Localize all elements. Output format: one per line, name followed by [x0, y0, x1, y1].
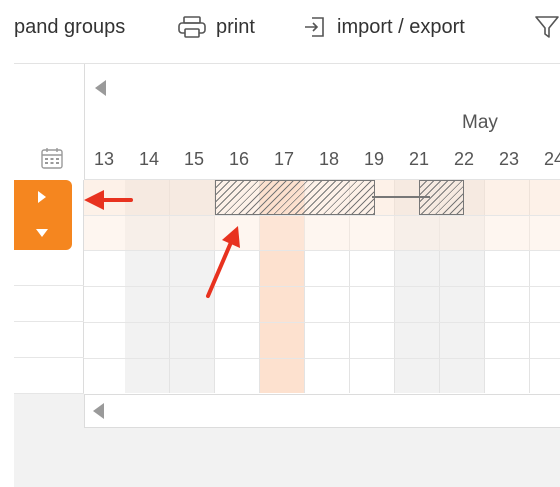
printer-icon: [178, 16, 206, 38]
expand-row-icon[interactable]: [38, 191, 46, 203]
day-label: 14: [138, 149, 160, 169]
print-button[interactable]: print: [178, 12, 255, 42]
day-label: 16: [228, 149, 250, 169]
group-toggle[interactable]: [14, 180, 72, 250]
toolbar: pand groups print import / export: [0, 0, 560, 56]
group-row-highlight: [84, 216, 560, 250]
footer-area: [14, 428, 560, 487]
day-label: 19: [363, 149, 385, 169]
row-divider: [84, 215, 560, 216]
task-row[interactable]: [14, 358, 84, 394]
scroll-left-icon[interactable]: [95, 80, 106, 96]
row-divider: [84, 250, 560, 251]
collapse-row-icon[interactable]: [36, 229, 48, 237]
gantt-grid[interactable]: [84, 180, 560, 393]
month-label: May: [462, 112, 498, 133]
scroll-left-icon[interactable]: [93, 403, 104, 419]
day-label: 23: [498, 149, 520, 169]
expand-groups-label: pand groups: [14, 15, 126, 38]
day-label: 17: [273, 149, 295, 169]
task-row[interactable]: [14, 250, 84, 286]
day-label: 21: [408, 149, 430, 169]
task-row[interactable]: [14, 286, 84, 322]
dependency-line: [372, 196, 430, 198]
filter-icon: [535, 16, 559, 38]
horizontal-scrollbar[interactable]: [84, 394, 560, 428]
print-label: print: [216, 15, 255, 38]
task-row[interactable]: [14, 322, 84, 358]
row-divider: [84, 286, 560, 287]
day-label: 22: [453, 149, 475, 169]
import-icon: [305, 17, 324, 37]
day-label: 15: [183, 149, 205, 169]
day-label: 18: [318, 149, 340, 169]
calendar-icon[interactable]: [40, 146, 64, 170]
day-label: 24: [543, 149, 560, 169]
filter-button[interactable]: [534, 12, 560, 42]
task-bar-summary[interactable]: [215, 180, 375, 215]
row-divider: [84, 358, 560, 359]
day-label: 13: [93, 149, 115, 169]
expand-groups-button[interactable]: pand groups: [14, 12, 125, 42]
import-export-label: import / export: [337, 15, 465, 38]
import-export-button[interactable]: import / export: [303, 12, 465, 42]
row-divider: [84, 322, 560, 323]
